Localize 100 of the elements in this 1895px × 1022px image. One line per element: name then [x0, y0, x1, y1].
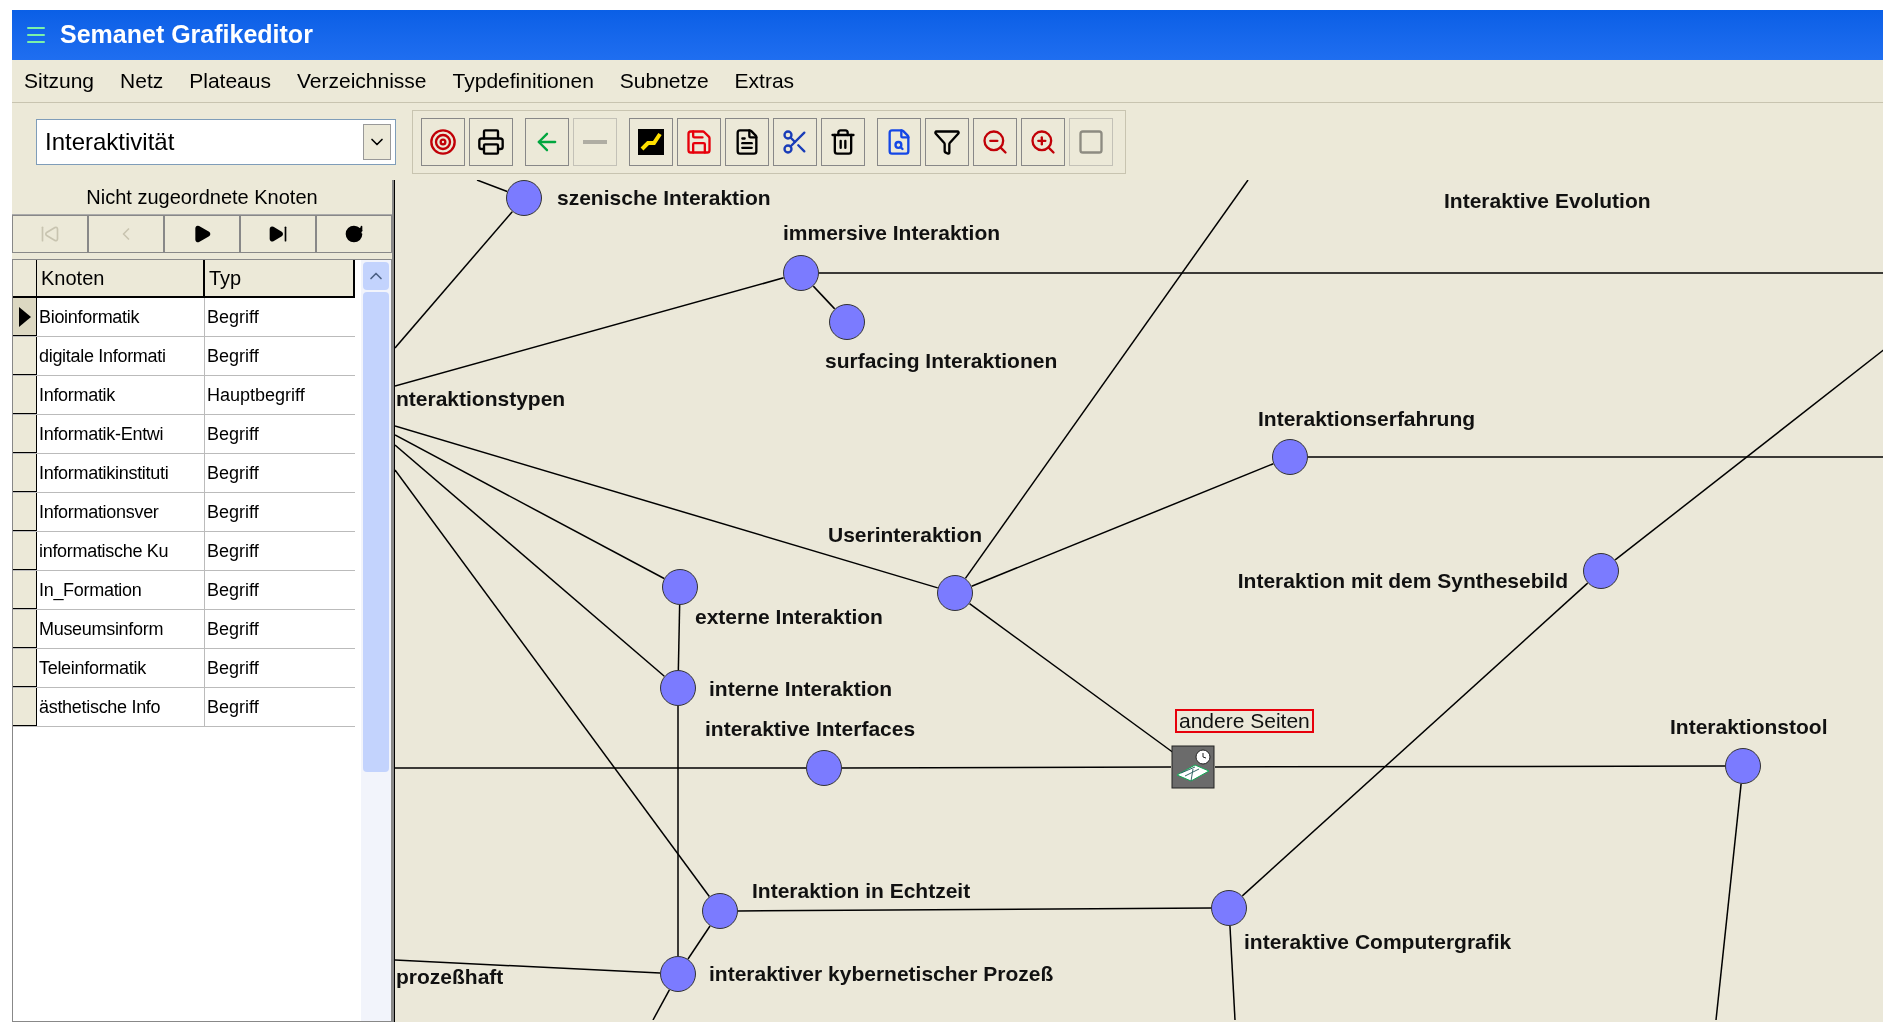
zoom-out-icon	[981, 127, 1009, 156]
menu-item[interactable]: Verzeichnisse	[296, 65, 427, 97]
table-cell: Informatik-Entwi	[37, 415, 205, 453]
node-label: Interaktive Evolution	[1444, 188, 1651, 215]
next-record-icon	[192, 224, 212, 244]
node-label: interaktive Interfaces	[705, 716, 916, 743]
node-label: externe Interaktion	[695, 604, 883, 631]
toolbar-button[interactable]	[821, 117, 865, 166]
row-indicator[interactable]	[13, 571, 37, 609]
table-cell-text: Begriff	[206, 500, 260, 524]
row-indicator[interactable]	[13, 376, 37, 414]
table-cell: In_Formation	[37, 571, 205, 609]
row-indicator[interactable]	[13, 610, 37, 648]
toolbar-button[interactable]	[925, 117, 969, 166]
node-label: szenische Interaktion	[557, 185, 771, 212]
column-header[interactable]: Typ	[205, 260, 355, 296]
node-label: interaktiver kybernetischer Prozeß	[709, 961, 1054, 988]
menu-item[interactable]: Plateaus	[189, 65, 271, 97]
row-indicator[interactable]	[13, 493, 37, 531]
navigator-button[interactable]	[240, 215, 316, 253]
toolbar-button[interactable]	[469, 117, 513, 166]
node-label: prozeßhaft	[396, 964, 504, 991]
save-icon	[685, 127, 713, 156]
row-indicator[interactable]	[13, 688, 37, 726]
delete-icon	[829, 127, 857, 156]
row-indicator[interactable]	[13, 454, 37, 492]
node-label: surfacing Interaktionen	[825, 348, 1058, 375]
node-label: andere Seiten	[1175, 709, 1314, 733]
book-icon[interactable]	[1171, 745, 1215, 789]
toolbar-button[interactable]	[773, 117, 817, 166]
menu-item[interactable]: Extras	[734, 65, 795, 97]
table-cell-text: Begriff	[206, 695, 260, 719]
table-cell-text: Begriff	[206, 422, 260, 446]
table-cell: Teleinformatik	[37, 649, 205, 687]
row-indicator[interactable]	[13, 532, 37, 570]
target-icon	[429, 127, 457, 156]
node-label: immersive Interaktion	[783, 220, 1001, 247]
square-icon	[1077, 127, 1105, 156]
zoom-in-icon	[1029, 127, 1057, 156]
toolbar-button[interactable]	[725, 117, 769, 166]
graph-node[interactable]	[829, 304, 865, 340]
graph-node[interactable]	[506, 180, 542, 216]
menu-item[interactable]: Sitzung	[24, 65, 95, 97]
navigator-button[interactable]	[164, 215, 240, 253]
first-record-icon	[40, 224, 60, 244]
combobox[interactable]: Interaktivität	[36, 118, 396, 165]
table-cell-text: Begriff	[206, 539, 260, 563]
bar-icon	[583, 139, 607, 144]
row-indicator[interactable]	[13, 649, 37, 687]
navigator-button[interactable]	[316, 215, 392, 253]
table-cell-text: Begriff	[206, 617, 260, 641]
table-cell: digitale Informati	[37, 337, 205, 375]
table-cell: Bioinformatik	[37, 298, 205, 336]
node-label: Userinteraktion	[828, 522, 983, 549]
graph-node[interactable]	[1211, 890, 1247, 926]
menu-item[interactable]: Subnetze	[619, 65, 709, 97]
toolbar-button[interactable]	[629, 117, 673, 166]
column-header[interactable]: Knoten	[37, 260, 205, 296]
graph-node[interactable]	[660, 670, 696, 706]
menu-item[interactable]: Typdefinitionen	[452, 65, 594, 97]
node-label: Interaktion in Echtzeit	[752, 878, 971, 905]
node-label: Interaktionstool	[1670, 714, 1828, 741]
row-indicator[interactable]	[13, 298, 37, 336]
node-label: interne Interaktion	[709, 676, 893, 703]
graph-node[interactable]	[1272, 439, 1308, 475]
row-indicator[interactable]	[13, 415, 37, 453]
table-cell: Museumsinform	[37, 610, 205, 648]
table-cell-text: Begriff	[206, 461, 260, 485]
table-cell-text: Begriff	[206, 656, 260, 680]
table-cell-text: Begriff	[206, 305, 260, 329]
graph-node[interactable]	[783, 255, 819, 291]
table-cell: informatische Ku	[37, 532, 205, 570]
current-row-icon	[18, 306, 31, 327]
last-record-icon	[268, 224, 288, 244]
connector-line	[687, 925, 711, 960]
table-cell-text: Hauptbegriff	[206, 383, 306, 407]
graph-node[interactable]	[662, 569, 698, 605]
graph-node[interactable]	[702, 893, 738, 929]
node-label: interaktive Computergrafik	[1244, 929, 1512, 956]
table-cell: ästhetische Info	[37, 688, 205, 726]
graph-node[interactable]	[660, 956, 696, 992]
menu-item[interactable]: Netz	[120, 65, 164, 97]
graph-node[interactable]	[1583, 553, 1619, 589]
funnel-icon	[933, 127, 961, 156]
graph-node[interactable]	[1725, 748, 1761, 784]
table-cell: Informatikinstituti	[37, 454, 205, 492]
table-cell-text: Begriff	[206, 344, 260, 368]
print-icon	[477, 127, 505, 156]
node-label: nteraktionstypen	[396, 386, 566, 413]
table-cell: Informatik	[37, 376, 205, 414]
table-cell-text: Begriff	[206, 578, 260, 602]
node-label: Interaktion mit dem Synthesebild	[1237, 568, 1568, 595]
graph-node[interactable]	[806, 750, 842, 786]
window-title: Semanet Grafikeditor	[60, 19, 313, 51]
graph-node[interactable]	[937, 575, 973, 611]
node-label: Interaktionserfahrung	[1258, 406, 1476, 433]
connector-line	[812, 285, 836, 310]
scrollbar[interactable]	[361, 260, 391, 1021]
row-indicator[interactable]	[13, 337, 37, 375]
table-cell: Informationsver	[37, 493, 205, 531]
